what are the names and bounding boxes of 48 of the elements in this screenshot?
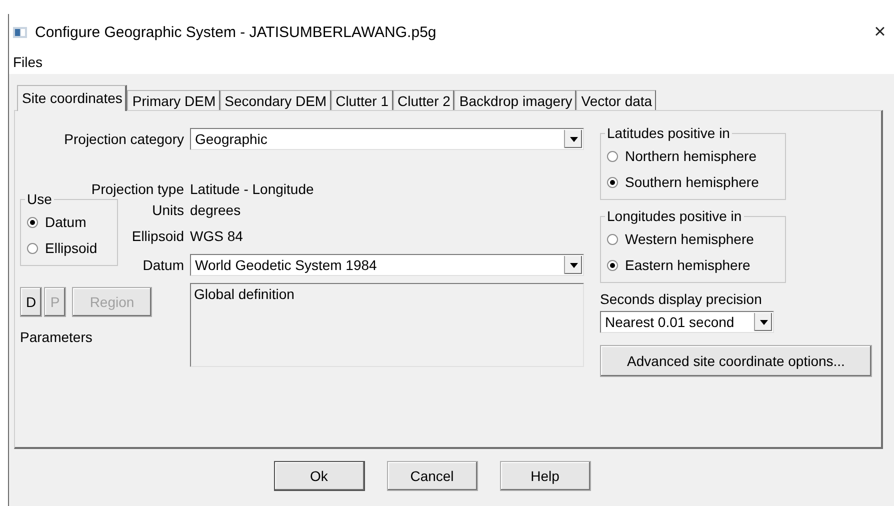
- field-label: Units: [151, 202, 184, 218]
- tab[interactable]: Vector data: [576, 90, 656, 110]
- radio-button[interactable]: [27, 242, 38, 254]
- field-label: Datum: [142, 257, 184, 273]
- projection-type-value: Latitude - Longitude: [190, 181, 315, 197]
- radio-label[interactable]: Southern hemisphere: [625, 174, 759, 190]
- seconds-precision-dropdown[interactable]: Nearest 0.01 second: [600, 311, 774, 333]
- radio-button[interactable]: [607, 176, 618, 188]
- tab[interactable]: Clutter 1: [330, 90, 392, 110]
- menu-item[interactable]: Files: [13, 54, 43, 70]
- dialog-button[interactable]: Ok: [274, 461, 364, 491]
- radio-button[interactable]: [607, 150, 618, 162]
- radio-label[interactable]: Datum: [45, 214, 86, 230]
- window-title: Configure Geographic System - JATISUMBERLAWANG.p5g: [35, 24, 436, 40]
- field-label: Projection type: [90, 181, 184, 197]
- radio-label[interactable]: Ellipsoid: [45, 240, 98, 256]
- tab[interactable]: Clutter 2: [392, 90, 454, 110]
- radio-button[interactable]: [607, 234, 618, 244]
- tab[interactable]: Site coordinates: [17, 85, 128, 111]
- tab[interactable]: Primary DEM: [127, 90, 220, 110]
- ellipsoid-value: WGS 84: [190, 228, 244, 244]
- dropdown-arrow-icon: [570, 136, 578, 142]
- definition-text-area[interactable]: Global definition: [190, 283, 584, 367]
- projection-category-dropdown[interactable]: Geographic: [190, 128, 584, 150]
- dialog-button[interactable]: Help: [500, 461, 590, 491]
- close-button[interactable]: ×: [868, 20, 892, 44]
- dropdown-arrow-icon: [570, 262, 578, 268]
- units-value: degrees: [190, 202, 242, 218]
- group-title: Use: [26, 191, 53, 207]
- radio-label[interactable]: Northern hemisphere: [625, 148, 757, 164]
- radio-label[interactable]: Eastern hemisphere: [625, 257, 750, 273]
- field-label: Ellipsoid: [130, 228, 184, 244]
- dialog-button[interactable]: Cancel: [386, 461, 478, 491]
- radio-label[interactable]: Western hemisphere: [625, 231, 754, 247]
- dropdown-arrow-icon: [760, 320, 768, 324]
- window-icon: [13, 26, 27, 38]
- radio-button[interactable]: [27, 216, 38, 228]
- parameters-label: Parameters: [20, 329, 94, 345]
- radio-button[interactable]: [607, 260, 618, 270]
- tab[interactable]: Backdrop imagery: [454, 90, 576, 110]
- group-title: Latitudes positive in: [606, 125, 731, 141]
- advanced-options-button[interactable]: Advanced site coordinate options...: [600, 345, 872, 377]
- group-title: Longitudes positive in: [606, 208, 743, 224]
- parameter-button[interactable]: D: [20, 287, 42, 317]
- field-label: Seconds display precision: [600, 291, 763, 307]
- tab[interactable]: Secondary DEM: [220, 90, 331, 110]
- field-label: Projection category: [63, 131, 184, 147]
- datum-dropdown[interactable]: World Geodetic System 1984: [190, 254, 584, 276]
